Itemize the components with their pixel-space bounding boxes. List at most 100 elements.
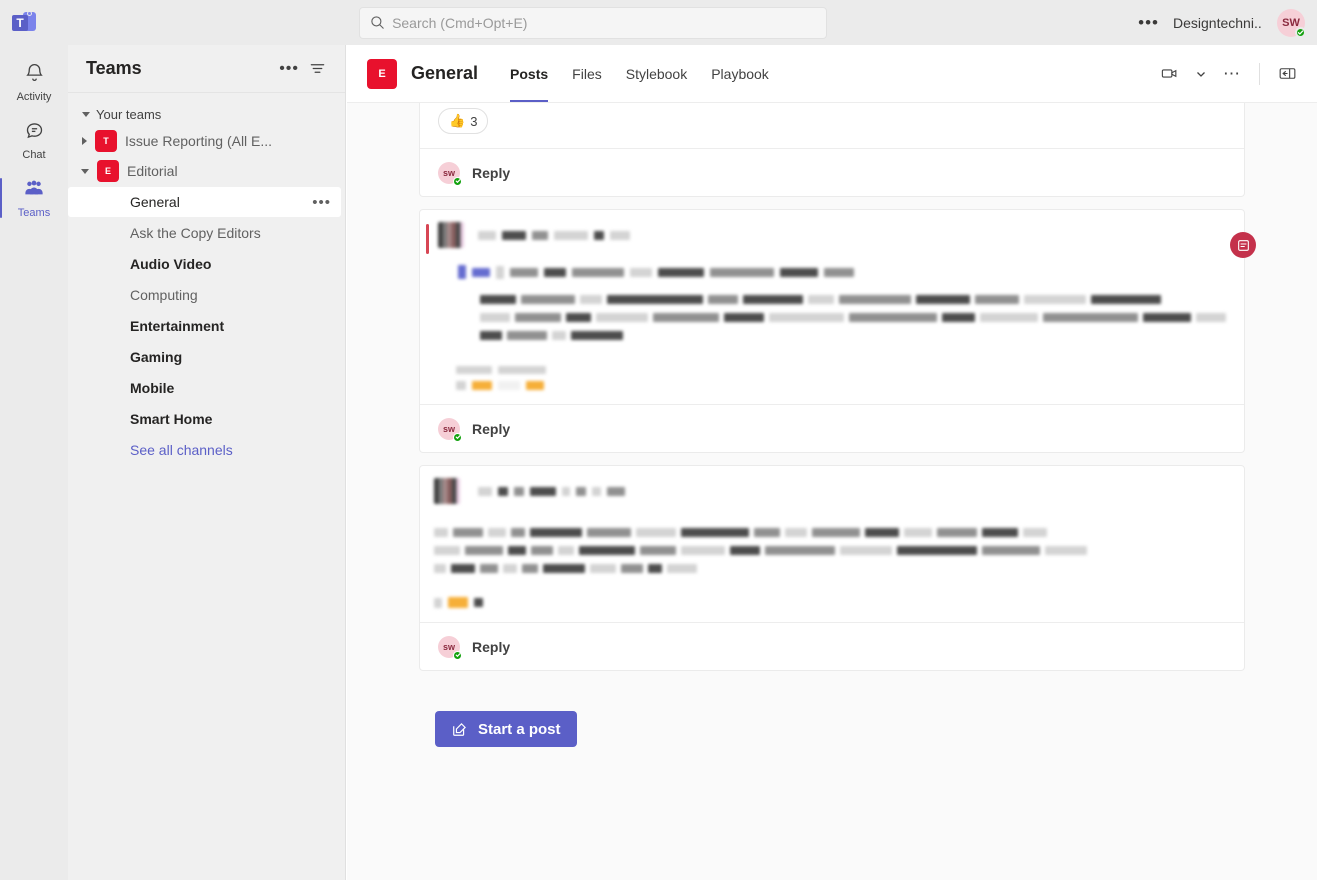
post-body-line — [434, 564, 1226, 573]
team-item-issue-reporting[interactable]: T Issue Reporting (All E... — [68, 126, 345, 156]
sidebar-more-button[interactable]: ••• — [274, 60, 304, 78]
reply-button[interactable]: Reply — [472, 421, 510, 437]
reply-row[interactable]: sw Reply — [420, 404, 1244, 452]
posts-list[interactable]: 👍 3 sw Reply sw Reply sw Reply Start a p… — [347, 103, 1317, 880]
post-body-line — [480, 295, 1226, 304]
reply-button[interactable]: Reply — [472, 165, 510, 181]
your-teams-section-header[interactable]: Your teams — [68, 103, 345, 126]
post-content — [420, 210, 1244, 404]
filter-icon[interactable] — [304, 60, 331, 77]
compose-area: Start a post — [419, 683, 1245, 747]
tab-files[interactable]: Files — [562, 45, 612, 102]
rail-label-teams: Teams — [17, 207, 51, 219]
channel-item-smart-home[interactable]: Smart Home — [68, 404, 341, 434]
post-content: 👍 3 — [420, 103, 1244, 148]
more-options-icon[interactable]: ⋯ — [1217, 58, 1247, 90]
team-name: Issue Reporting (All E... — [125, 133, 273, 149]
rail-item-chat[interactable]: Chat — [0, 111, 68, 169]
post-card: sw Reply — [419, 465, 1245, 671]
channel-item-gaming[interactable]: Gaming — [68, 342, 341, 372]
channel-header: E General Posts Files Stylebook Playbook… — [347, 45, 1317, 103]
sidebar-header: Teams ••• — [68, 45, 345, 93]
open-chat-panel-icon[interactable] — [1272, 58, 1303, 89]
page-title: General — [411, 63, 479, 83]
channel-item-computing[interactable]: Computing — [68, 280, 341, 310]
presence-available-icon — [453, 650, 462, 660]
post-attachment-line — [434, 597, 1226, 608]
presence-available-icon — [453, 176, 462, 186]
reply-row[interactable]: sw Reply — [420, 622, 1244, 670]
chevron-down-icon — [82, 112, 90, 117]
see-all-channels-link[interactable]: See all channels — [68, 435, 345, 465]
channel-name: Mobile — [130, 380, 175, 396]
channel-more-button[interactable]: ••• — [312, 194, 331, 211]
rail-item-teams[interactable]: Teams — [0, 169, 68, 227]
tab-bar: Posts Files Stylebook Playbook — [500, 45, 779, 102]
top-bar: T ••• Designtechni... SW — [0, 0, 1317, 45]
sidebar-title: Teams — [86, 58, 142, 78]
channel-name: Entertainment — [130, 318, 225, 334]
channel-name: Audio Video — [130, 256, 212, 272]
reaction-thumbsup[interactable]: 👍 3 — [438, 108, 489, 134]
avatar-initials: sw — [442, 641, 455, 652]
rail-label-activity: Activity — [16, 90, 52, 103]
reaction-count: 3 — [470, 113, 478, 129]
post-subject-line — [458, 265, 1226, 279]
avatar: sw — [438, 161, 462, 186]
team-name: Editorial — [127, 163, 178, 179]
channel-item-mobile[interactable]: Mobile — [68, 373, 341, 403]
app-logo: T — [0, 10, 48, 34]
chat-bubble-icon — [24, 120, 45, 146]
post-card: 👍 3 sw Reply — [419, 103, 1245, 197]
rail-label-chat: Chat — [22, 148, 46, 161]
team-item-editorial[interactable]: E Editorial — [68, 156, 345, 186]
tab-stylebook[interactable]: Stylebook — [616, 45, 697, 102]
start-a-post-label: Start a post — [478, 720, 561, 738]
teams-sidebar: Teams ••• Your teams T Issue Reporting (… — [68, 45, 346, 880]
channel-item-general[interactable]: General ••• — [68, 187, 341, 217]
avatar: sw — [438, 635, 462, 660]
channel-name: Ask the Copy Editors — [130, 225, 261, 241]
thumbsup-icon: 👍 — [449, 113, 466, 128]
reply-button[interactable]: Reply — [472, 639, 510, 655]
topbar-more-button[interactable]: ••• — [1138, 13, 1159, 33]
meet-now-icon[interactable] — [1154, 58, 1185, 89]
tab-playbook[interactable]: Playbook — [701, 45, 779, 102]
channel-team-avatar: E — [367, 58, 397, 89]
post-card: sw Reply — [419, 209, 1256, 453]
compose-icon — [451, 721, 468, 738]
main-content: E General Posts Files Stylebook Playbook… — [347, 45, 1317, 880]
tab-posts[interactable]: Posts — [500, 45, 558, 102]
teams-logo-letter: T — [12, 14, 28, 31]
sidebar-body: Your teams T Issue Reporting (All E... E… — [68, 93, 345, 465]
organization-name[interactable]: Designtechni... — [1173, 15, 1263, 31]
channel-name: Gaming — [130, 349, 183, 365]
post-body-line — [434, 528, 1226, 537]
app-rail: Activity Chat Teams — [0, 45, 68, 880]
chevron-down-icon — [81, 168, 89, 174]
user-avatar[interactable]: SW — [1277, 8, 1306, 38]
rail-item-activity[interactable]: Activity — [0, 53, 68, 111]
search-input[interactable] — [392, 14, 817, 31]
channel-name: Smart Home — [130, 411, 213, 427]
channel-item-ask-the-copy-editors[interactable]: Ask the Copy Editors — [68, 218, 341, 248]
start-a-post-button[interactable]: Start a post — [435, 711, 577, 747]
chevron-down-icon[interactable] — [1189, 62, 1213, 86]
search-box[interactable] — [359, 6, 828, 39]
channel-item-entertainment[interactable]: Entertainment — [68, 311, 341, 341]
avatar — [434, 478, 460, 504]
channel-item-audio-video[interactable]: Audio Video — [68, 249, 341, 279]
team-avatar: T — [95, 130, 117, 152]
post-body-line — [480, 313, 1226, 322]
channel-name: Computing — [130, 287, 198, 303]
avatar: sw — [438, 417, 462, 442]
people-icon — [23, 177, 45, 204]
post-attachment-line — [456, 381, 1226, 390]
teams-logo-icon: T — [12, 10, 36, 34]
post-author-line — [478, 486, 625, 496]
announcement-icon[interactable] — [1230, 232, 1256, 258]
bell-icon — [24, 62, 45, 88]
search-icon — [370, 15, 392, 30]
post-body-line — [480, 331, 1226, 340]
reply-row[interactable]: sw Reply — [420, 148, 1244, 196]
